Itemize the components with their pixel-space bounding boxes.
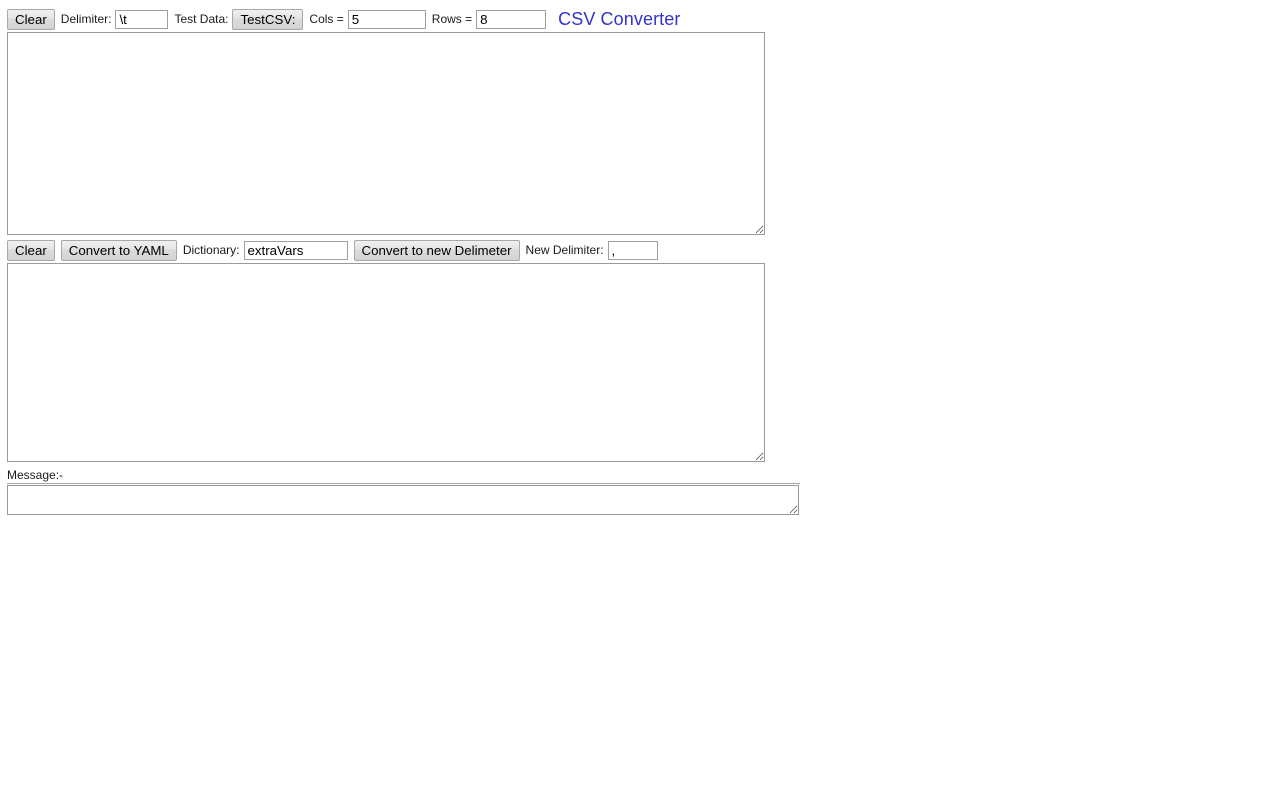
dictionary-input[interactable] bbox=[243, 240, 348, 260]
delimiter-label: Delimiter: bbox=[60, 12, 112, 26]
cols-input[interactable] bbox=[347, 9, 426, 29]
message-label: Message:- bbox=[7, 468, 64, 482]
rows-label: Rows = bbox=[431, 12, 473, 26]
message-divider bbox=[7, 483, 800, 484]
new-delimiter-label: New Delimiter: bbox=[525, 243, 604, 257]
message-textarea[interactable] bbox=[7, 485, 799, 515]
csv-input-textarea[interactable] bbox=[7, 32, 765, 235]
clear-input-button[interactable]: Clear bbox=[7, 8, 55, 30]
rows-input[interactable] bbox=[476, 9, 547, 29]
convert-to-yaml-button[interactable]: Convert to YAML bbox=[60, 239, 177, 261]
dictionary-label: Dictionary: bbox=[182, 243, 240, 257]
page-title: CSV Converter bbox=[558, 8, 681, 29]
clear-output-button[interactable]: Clear bbox=[7, 239, 55, 261]
top-toolbar: Clear Delimiter: Test Data: TestCSV: Col… bbox=[7, 8, 1280, 30]
middle-toolbar: Clear Convert to YAML Dictionary: Conver… bbox=[7, 239, 1280, 261]
delimiter-input[interactable] bbox=[115, 9, 169, 29]
test-csv-button[interactable]: TestCSV: bbox=[232, 8, 304, 30]
cols-label: Cols = bbox=[309, 12, 344, 26]
new-delimiter-input[interactable] bbox=[607, 240, 658, 260]
csv-converter-app: Clear Delimiter: Test Data: TestCSV: Col… bbox=[0, 0, 1280, 515]
convert-to-new-delimiter-button[interactable]: Convert to new Delimeter bbox=[353, 239, 520, 261]
test-data-label: Test Data: bbox=[174, 12, 229, 26]
csv-output-textarea[interactable] bbox=[7, 263, 765, 462]
